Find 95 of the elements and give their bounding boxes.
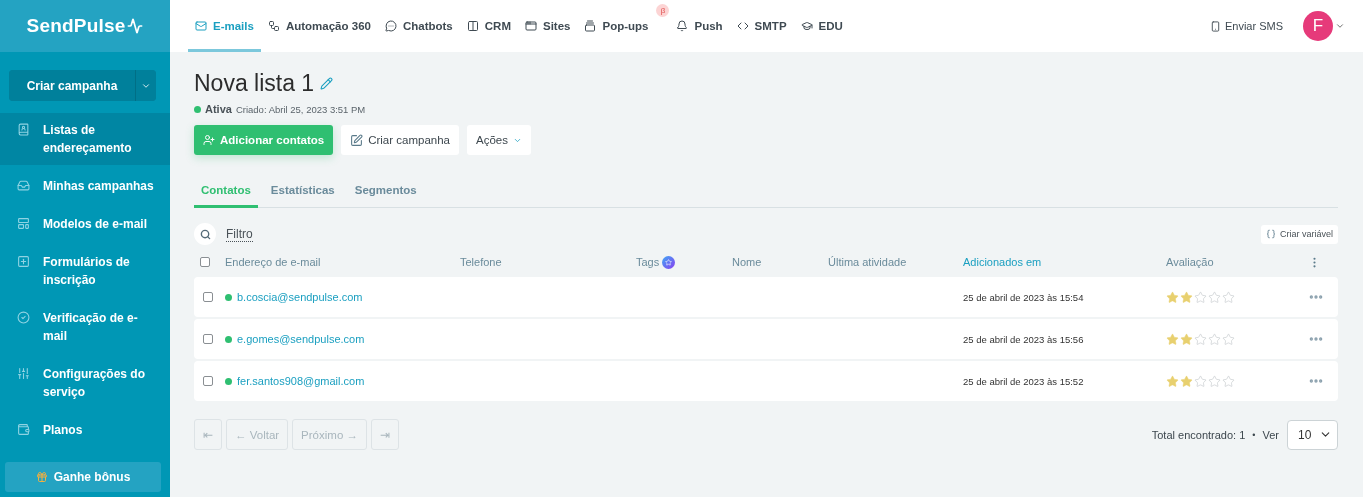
gift-icon	[35, 471, 48, 483]
column-header[interactable]: Telefone	[460, 256, 636, 268]
created-date: Criado: Abril 25, 2023 3:51 PM	[235, 103, 366, 115]
actions-dropdown[interactable]: Ações	[467, 125, 531, 155]
add-contacts-button[interactable]: Adicionar contatos	[194, 125, 334, 155]
window-icon	[525, 20, 537, 32]
table-cell-text: 25 de abril de 2023 às 15:52	[963, 375, 1085, 387]
create-campaign-button[interactable]: Criar campanha	[341, 125, 459, 155]
column-header[interactable]: Avaliação	[1166, 256, 1308, 268]
star-icon	[1166, 374, 1179, 388]
star-icon	[1180, 290, 1193, 304]
star-icon	[1222, 374, 1235, 388]
sidebar-item[interactable]: Configurações do serviço	[0, 357, 170, 409]
pulse-icon	[127, 18, 144, 34]
email-link[interactable]: b.coscia@sendpulse.com	[237, 291, 363, 303]
per-page-select[interactable]: 10	[1287, 419, 1338, 450]
send-sms-link[interactable]: Enviar SMS	[1209, 0, 1283, 52]
search-button[interactable]	[194, 223, 216, 245]
sidebar-item[interactable]: Planos	[0, 413, 170, 447]
star-icon	[1166, 332, 1179, 346]
column-header[interactable]: Adicionados em	[963, 256, 1166, 268]
tab[interactable]: Segmentos	[347, 179, 424, 208]
search-icon	[199, 228, 211, 240]
checkbox[interactable]	[203, 376, 213, 386]
checkbox[interactable]	[203, 292, 213, 302]
status-dot	[194, 105, 201, 113]
tab[interactable]: Estatísticas	[263, 179, 342, 208]
columns-icon	[466, 20, 479, 32]
star-icon	[1166, 290, 1179, 304]
nav-tab[interactable]: Pop-ups	[577, 0, 656, 52]
caret-icon[interactable]	[1335, 21, 1345, 31]
column-header[interactable]: Tags	[636, 255, 732, 269]
star-icon	[1208, 374, 1221, 388]
envelope-icon	[195, 20, 207, 32]
graduation-cap-icon	[800, 20, 813, 32]
table-cell-text: 25 de abril de 2023 às 15:56	[963, 333, 1085, 345]
star-icon	[1208, 290, 1221, 304]
sidebar-item[interactable]: Minhas campanhas	[0, 169, 170, 203]
nav-tab[interactable]: Automação 360	[260, 0, 378, 52]
table-cell-text: 25 de abril de 2023 às 15:54	[963, 291, 1085, 303]
sidebar-item[interactable]: Formulários de inscrição	[0, 245, 170, 297]
chat-icon	[384, 20, 397, 32]
star-icon	[1180, 332, 1193, 346]
nav-tab[interactable]: Push	[669, 0, 730, 52]
sidebar-item[interactable]: Verificação de e-mail	[0, 301, 170, 353]
nav-tab[interactable]: Chatbots	[377, 0, 460, 52]
menu-icon	[17, 423, 30, 436]
nodes-icon	[267, 20, 280, 32]
menu-icon	[17, 179, 30, 192]
email-link[interactable]: fer.santos908@gmail.com	[237, 375, 365, 387]
dropdown-button[interactable]	[135, 70, 156, 101]
create-variable-button[interactable]: Criar variável	[1261, 224, 1338, 244]
star-icon	[1222, 332, 1235, 346]
email-link[interactable]: e.gomes@sendpulse.com	[237, 333, 365, 345]
beta-badge: β	[656, 4, 670, 17]
per-page-label: Ver	[1262, 428, 1279, 441]
column-header[interactable]: Nome	[732, 256, 828, 268]
edit-icon[interactable]	[320, 77, 334, 90]
sidebar-item[interactable]: Modelos de e-mail	[0, 207, 170, 241]
edit-icon	[350, 133, 364, 147]
nav-tab[interactable]: CRM	[459, 0, 518, 52]
code-icon	[736, 20, 749, 32]
filter-link[interactable]: Filtro	[226, 226, 253, 242]
avatar[interactable]: F	[1303, 11, 1333, 41]
nav-tab[interactable]: E-mails	[188, 0, 261, 52]
star-icon	[1180, 374, 1193, 388]
gallery-icon	[584, 20, 597, 32]
bonus-button[interactable]: Ganhe bônus	[5, 462, 161, 492]
page-title: Nova lista 1	[194, 70, 315, 97]
tab[interactable]: Contatos	[194, 179, 258, 208]
sidebar-item[interactable]: Listas de endereçamento	[0, 113, 170, 165]
star-icon	[1208, 332, 1221, 346]
menu-icon	[17, 217, 30, 230]
star-icon	[1194, 290, 1207, 304]
nav-tab[interactable]: Sites	[518, 0, 578, 52]
status-text: Ativa	[205, 103, 232, 115]
column-header[interactable]: Última atividade	[828, 256, 963, 268]
nav-tab[interactable]: SMTP	[729, 0, 794, 52]
total-count: Total encontrado: 1	[1151, 428, 1246, 441]
braces-icon	[1266, 229, 1276, 239]
star-icon	[1222, 290, 1235, 304]
menu-icon	[17, 123, 30, 136]
star-icon	[1194, 374, 1207, 388]
nav-tab[interactable]: EDU	[793, 0, 850, 52]
column-header[interactable]: Endereço de e-mail	[225, 256, 460, 268]
checkbox[interactable]	[203, 334, 213, 344]
checkbox[interactable]	[200, 257, 210, 267]
star-icon	[1194, 332, 1207, 346]
menu-icon	[17, 255, 30, 268]
menu-icon	[17, 311, 30, 324]
menu-icon	[17, 367, 30, 380]
bell-icon	[676, 20, 689, 32]
add-user-icon	[203, 134, 215, 146]
separator: •	[1252, 429, 1256, 440]
phone-icon	[1209, 20, 1221, 32]
